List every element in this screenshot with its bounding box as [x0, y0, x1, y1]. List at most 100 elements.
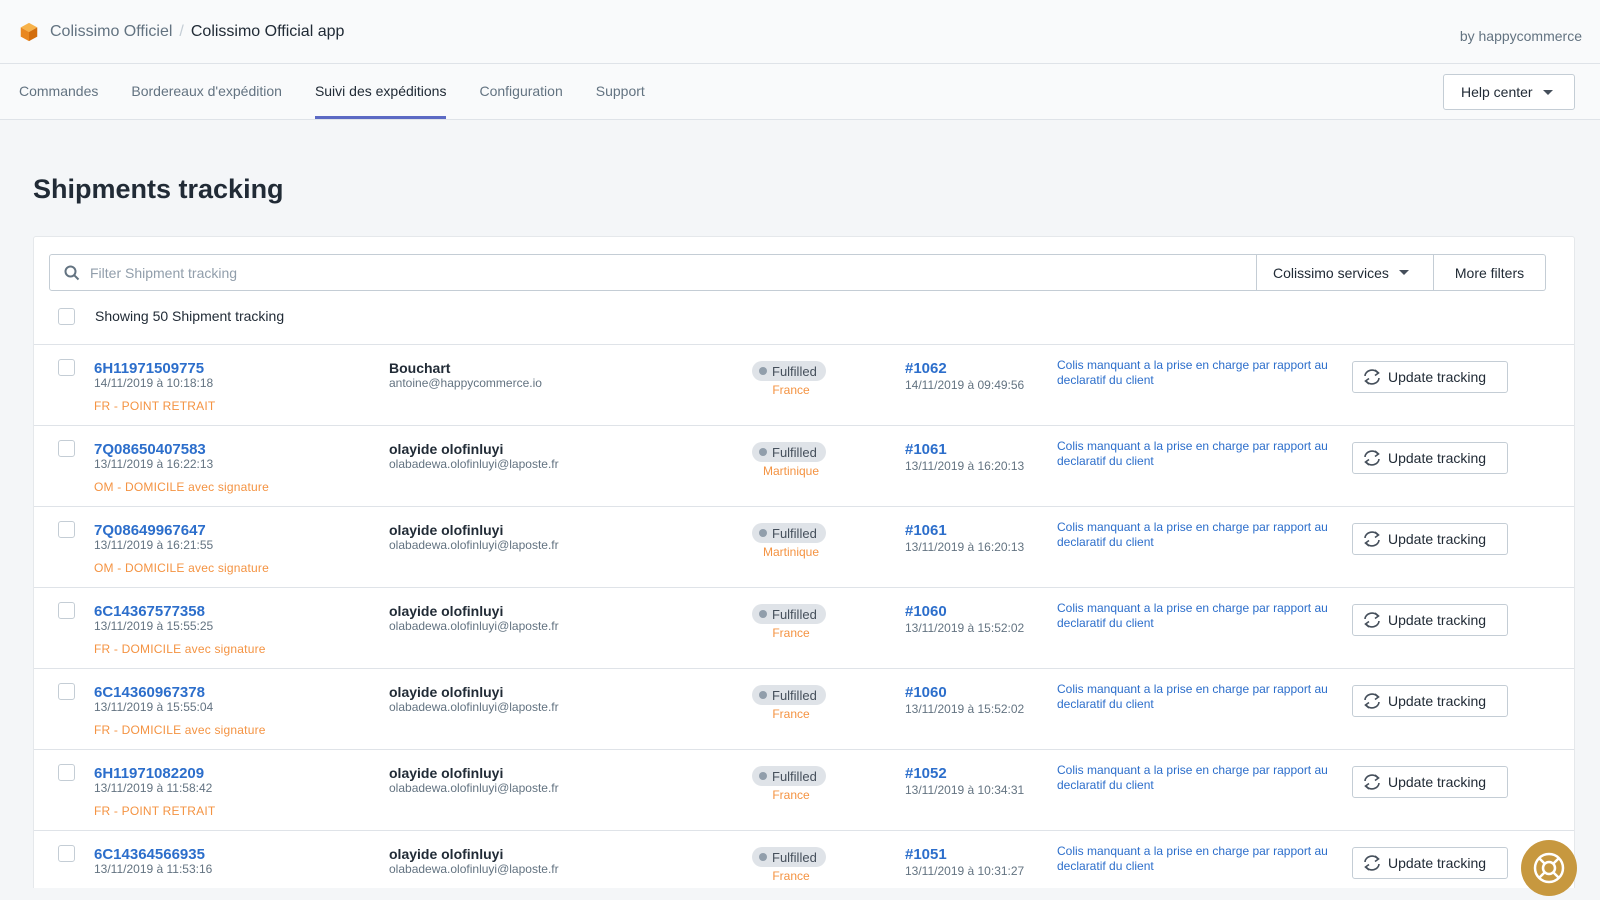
update-tracking-label: Update tracking: [1388, 450, 1487, 466]
table-row: 6H11971509775 14/11/2019 à 10:18:18 FR - P…: [34, 344, 1574, 425]
tab-bar: Commandes Bordereaux d'expédition Suivi …: [0, 64, 1600, 120]
status-badge: Fulfilled: [752, 523, 826, 543]
destination-country: France: [772, 707, 810, 721]
order-number-link[interactable]: #1061: [905, 441, 947, 458]
tracking-number-link[interactable]: 6C14367577358: [94, 603, 205, 620]
tracking-number-link[interactable]: 6C14364566935: [94, 846, 205, 863]
update-tracking-button[interactable]: Update tracking: [1352, 685, 1508, 717]
help-center-button[interactable]: Help center: [1443, 74, 1575, 110]
tracking-note: Colis manquant a la prise en charge par …: [1057, 358, 1328, 387]
row-checkbox[interactable]: [58, 359, 75, 376]
tab-support[interactable]: Support: [596, 64, 645, 119]
help-fab-button[interactable]: [1521, 840, 1577, 896]
update-tracking-label: Update tracking: [1388, 774, 1487, 790]
row-checkbox[interactable]: [58, 602, 75, 619]
colissimo-services-button[interactable]: Colissimo services: [1257, 254, 1434, 291]
row-checkbox[interactable]: [58, 521, 75, 538]
box-logo-icon: [20, 22, 38, 41]
row-checkbox[interactable]: [58, 440, 75, 457]
customer-name: olayide olofinluyi: [389, 684, 504, 700]
row-checkbox[interactable]: [58, 683, 75, 700]
order-number-link[interactable]: #1061: [905, 522, 947, 539]
tab-suivi-expeditions[interactable]: Suivi des expéditions: [314, 64, 447, 119]
tab-commandes[interactable]: Commandes: [19, 64, 98, 119]
order-number-link[interactable]: #1062: [905, 360, 947, 377]
caret-down-icon: [1398, 270, 1409, 275]
update-tracking-button[interactable]: Update tracking: [1352, 766, 1508, 798]
tracking-number-link[interactable]: 7Q08650407583: [94, 441, 206, 458]
status-label: Fulfilled: [772, 849, 817, 865]
customer-name: Bouchart: [389, 360, 451, 376]
caret-down-icon: [1542, 89, 1553, 95]
order-date: 13/11/2019 à 16:20:13: [905, 540, 1025, 554]
update-tracking-button[interactable]: Update tracking: [1352, 442, 1508, 474]
order-number-link[interactable]: #1051: [905, 846, 947, 863]
service-type: FR - POINT RETRAIT: [94, 399, 216, 413]
list-summary: Showing 50 Shipment tracking: [58, 305, 284, 327]
tracking-date: 13/11/2019 à 16:22:13: [94, 457, 214, 471]
status-label: Fulfilled: [772, 687, 817, 703]
status-label: Fulfilled: [772, 606, 817, 622]
tracking-number-link[interactable]: 7Q08649967647: [94, 522, 206, 539]
tracking-number-link[interactable]: 6H11971082209: [94, 765, 204, 782]
update-tracking-label: Update tracking: [1388, 531, 1487, 547]
status-badge: Fulfilled: [752, 685, 826, 705]
more-filters-button[interactable]: More filters: [1434, 254, 1546, 291]
order-number-link[interactable]: #1060: [905, 684, 947, 701]
tracking-number-link[interactable]: 6H11971509775: [94, 360, 204, 377]
tracking-note: Colis manquant a la prise en charge par …: [1057, 844, 1328, 873]
table-row: 6C14367577358 13/11/2019 à 15:55:25 FR - D…: [34, 587, 1574, 668]
refresh-icon: [1364, 774, 1380, 790]
search-box[interactable]: [49, 254, 1257, 291]
customer-email: antoine@happycommerce.io: [389, 376, 542, 390]
status-badge: Fulfilled: [752, 847, 826, 867]
status-dot-icon: [759, 367, 767, 375]
status-label: Fulfilled: [772, 768, 817, 784]
tracking-date: 13/11/2019 à 15:55:25: [94, 619, 214, 633]
order-date: 13/11/2019 à 16:20:13: [905, 459, 1025, 473]
status-dot-icon: [759, 853, 767, 861]
update-tracking-button[interactable]: Update tracking: [1352, 523, 1508, 555]
update-tracking-label: Update tracking: [1388, 369, 1487, 385]
select-all-checkbox[interactable]: [58, 307, 75, 325]
tracking-date: 13/11/2019 à 11:58:42: [94, 781, 213, 795]
table-row: 6H11971082209 13/11/2019 à 11:58:42 FR - P…: [34, 749, 1574, 830]
row-checkbox[interactable]: [58, 845, 75, 862]
order-date: 14/11/2019 à 09:49:56: [905, 378, 1025, 392]
order-number-link[interactable]: #1052: [905, 765, 947, 782]
order-date: 13/11/2019 à 15:52:02: [905, 702, 1025, 716]
row-checkbox[interactable]: [58, 764, 75, 781]
search-input[interactable]: [90, 264, 1163, 281]
update-tracking-label: Update tracking: [1388, 693, 1487, 709]
customer-name: olayide olofinluyi: [389, 441, 504, 457]
showing-count: Showing 50 Shipment tracking: [95, 308, 285, 324]
status-dot-icon: [759, 448, 767, 456]
update-tracking-button[interactable]: Update tracking: [1352, 361, 1508, 393]
refresh-icon: [1364, 612, 1380, 628]
service-type: FR - DOMICILE avec signature: [94, 642, 266, 656]
customer-email: olabadewa.olofinluyi@laposte.fr: [389, 781, 559, 795]
tab-bordereaux[interactable]: Bordereaux d'expédition: [131, 64, 282, 119]
customer-name: olayide olofinluyi: [389, 846, 504, 862]
destination-country: Martinique: [762, 545, 820, 559]
breadcrumb-app[interactable]: Colissimo Officiel: [50, 23, 172, 41]
colissimo-services-label: Colissimo services: [1273, 264, 1389, 281]
order-number-link[interactable]: #1060: [905, 603, 947, 620]
update-tracking-button[interactable]: Update tracking: [1352, 847, 1508, 879]
page-title: Shipments tracking: [33, 174, 284, 204]
service-type: FR - POINT RETRAIT: [94, 804, 216, 818]
status-badge: Fulfilled: [752, 766, 826, 786]
service-type: OM - DOMICILE avec signature: [94, 480, 269, 494]
refresh-icon: [1364, 693, 1380, 709]
service-type: OM - DOMICILE avec signature: [94, 561, 269, 575]
customer-name: olayide olofinluyi: [389, 522, 504, 538]
table-row: 7Q08649967647 13/11/2019 à 16:21:55 OM - D…: [34, 506, 1574, 587]
update-tracking-button[interactable]: Update tracking: [1352, 604, 1508, 636]
status-badge: Fulfilled: [752, 604, 826, 624]
shipment-list: 6H11971509775 14/11/2019 à 10:18:18 FR - P…: [34, 344, 1574, 900]
tracking-note: Colis manquant a la prise en charge par …: [1057, 601, 1328, 630]
tab-configuration[interactable]: Configuration: [479, 64, 562, 119]
tracking-number-link[interactable]: 6C14360967378: [94, 684, 205, 701]
tracking-note: Colis manquant a la prise en charge par …: [1057, 520, 1328, 549]
status-dot-icon: [759, 529, 767, 537]
